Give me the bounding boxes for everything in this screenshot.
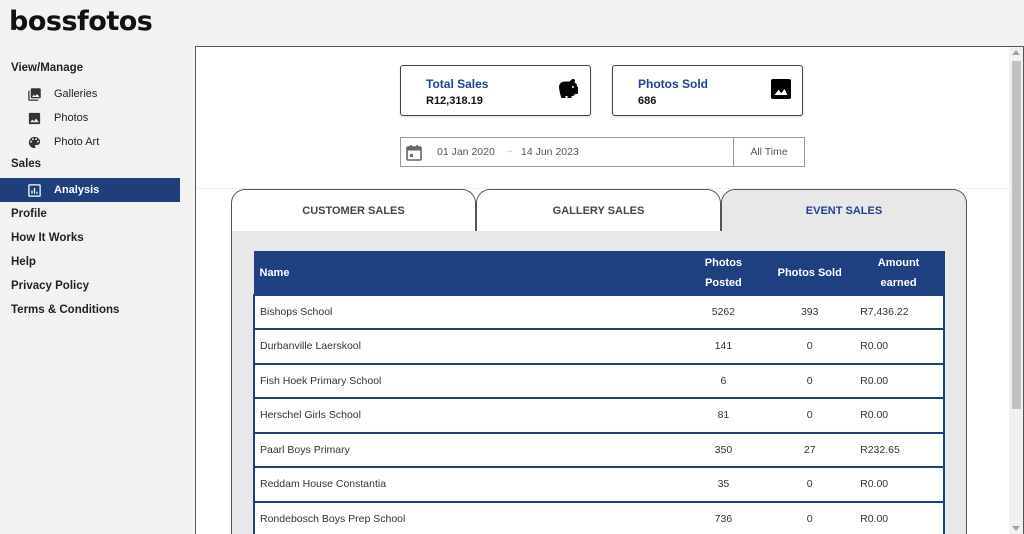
cell-sold: 0 [766,397,854,433]
nav-item-profile[interactable]: Profile [0,202,180,226]
cell-posted: 736 [680,500,767,534]
cell-posted: 6 [680,362,767,398]
photos-sold-value: 686 [638,95,657,107]
image-icon [769,77,793,101]
nav-item-terms[interactable]: Terms & Conditions [0,298,180,322]
nav-section-view-manage: View/Manage [11,62,84,74]
col-amount-earned[interactable]: Amount earned [852,251,945,295]
table-row[interactable]: Paarl Boys Primary 350 27 R232.65 [253,431,945,467]
nav-item-label: Photo Art [54,136,100,148]
vertical-scrollbar[interactable] [1009,47,1023,534]
cell-name: Paarl Boys Primary [253,431,681,467]
date-range-picker[interactable]: 01 Jan 2020 → 14 Jun 2023 All Time [400,137,805,167]
scroll-down-icon[interactable] [1012,526,1020,531]
col-name-label: Name [259,266,290,279]
cell-amount: R0.00 [853,362,945,398]
table-row[interactable]: Bishops School 5262 393 R7,436.22 [253,293,945,329]
tab-event-sales[interactable]: EVENT SALES [721,189,967,232]
col-name[interactable]: Name [253,251,682,295]
calendar-icon [406,144,422,161]
brand-logo[interactable]: bossfotos [9,6,153,37]
tab-gallery-sales[interactable]: GALLERY SALES [476,189,721,232]
piggy-bank-icon [557,77,581,101]
nav-item-label: Galleries [54,88,98,100]
nav-section-sales: Sales [11,158,42,170]
cell-name: Rondebosch Boys Prep School [253,500,681,534]
cell-sold: 393 [766,293,854,329]
table-row[interactable]: Rondebosch Boys Prep School 736 0 R0.00 [253,500,945,534]
start-date-input[interactable]: 01 Jan 2020 [437,146,495,158]
all-time-button[interactable]: All Time [733,138,805,166]
main-content: Total Sales R12,318.19 Photos Sold 686 0… [195,46,1024,534]
photos-sold-label: Photos Sold [638,77,708,91]
bar-chart-icon [26,182,42,198]
table-row[interactable]: Herschel Girls School 81 0 R0.00 [253,397,945,433]
cell-posted: 141 [680,328,767,364]
cell-posted: 81 [680,397,767,433]
cell-name: Durbanville Laerskool [253,328,681,364]
cell-name: Reddam House Constantia [253,466,681,502]
scroll-up-icon[interactable] [1012,50,1020,55]
nav-item-analysis[interactable]: Analysis [0,178,180,202]
sidebar: View/Manage Galleries Photos Photo Art S… [0,58,180,322]
col-label: Photos [704,256,743,269]
total-sales-card: Total Sales R12,318.19 [400,65,591,116]
cell-name: Herschel Girls School [253,397,681,433]
photos-sold-card: Photos Sold 686 [612,65,803,116]
nav-item-photo-art[interactable]: Photo Art [0,130,180,154]
scrollbar-thumb[interactable] [1012,61,1021,409]
nav-item-label: Analysis [54,184,100,196]
total-sales-label: Total Sales [426,77,489,91]
photo-library-icon [26,86,42,102]
cell-posted: 5262 [680,293,767,329]
col-label: Photos Sold [777,266,842,279]
nav-item-how-it-works[interactable]: How It Works [0,226,180,250]
cell-amount: R0.00 [853,328,945,364]
col-label: Amount [877,256,920,269]
col-photos-posted[interactable]: Photos Posted [680,251,767,295]
cell-name: Bishops School [253,293,681,329]
total-sales-value: R12,318.19 [426,95,483,107]
end-date-input[interactable]: 14 Jun 2023 [521,146,579,158]
cell-name: Fish Hoek Primary School [253,362,681,398]
cell-amount: R7,436.22 [853,293,945,329]
col-photos-sold[interactable]: Photos Sold [765,251,854,295]
event-sales-table: Name Photos Posted Photos Sold Amount earn… [253,251,945,534]
cell-posted: 35 [680,466,767,502]
nav-item-galleries[interactable]: Galleries [0,82,180,106]
nav-item-label: Photos [54,112,89,124]
col-label: Posted [705,276,742,289]
cell-amount: R0.00 [853,397,945,433]
tab-customer-sales[interactable]: CUSTOMER SALES [231,189,476,232]
cell-sold: 0 [766,500,854,534]
table-header-row: Name Photos Posted Photos Sold Amount earn… [253,251,945,295]
nav-item-photos[interactable]: Photos [0,106,180,130]
cell-amount: R0.00 [853,500,945,534]
cell-amount: R0.00 [853,466,945,502]
cell-posted: 350 [680,431,767,467]
palette-icon [26,134,42,150]
image-icon [26,110,42,126]
nav-item-help[interactable]: Help [0,250,180,274]
cell-amount: R232.65 [853,431,945,467]
col-label: earned [880,276,917,289]
cell-sold: 27 [766,431,854,467]
table-row[interactable]: Fish Hoek Primary School 6 0 R0.00 [253,362,945,398]
cell-sold: 0 [766,466,854,502]
range-arrow: → [504,145,514,156]
cell-sold: 0 [766,362,854,398]
table-row[interactable]: Durbanville Laerskool 141 0 R0.00 [253,328,945,364]
table-row[interactable]: Reddam House Constantia 35 0 R0.00 [253,466,945,502]
cell-sold: 0 [766,328,854,364]
nav-item-privacy-policy[interactable]: Privacy Policy [0,274,180,298]
